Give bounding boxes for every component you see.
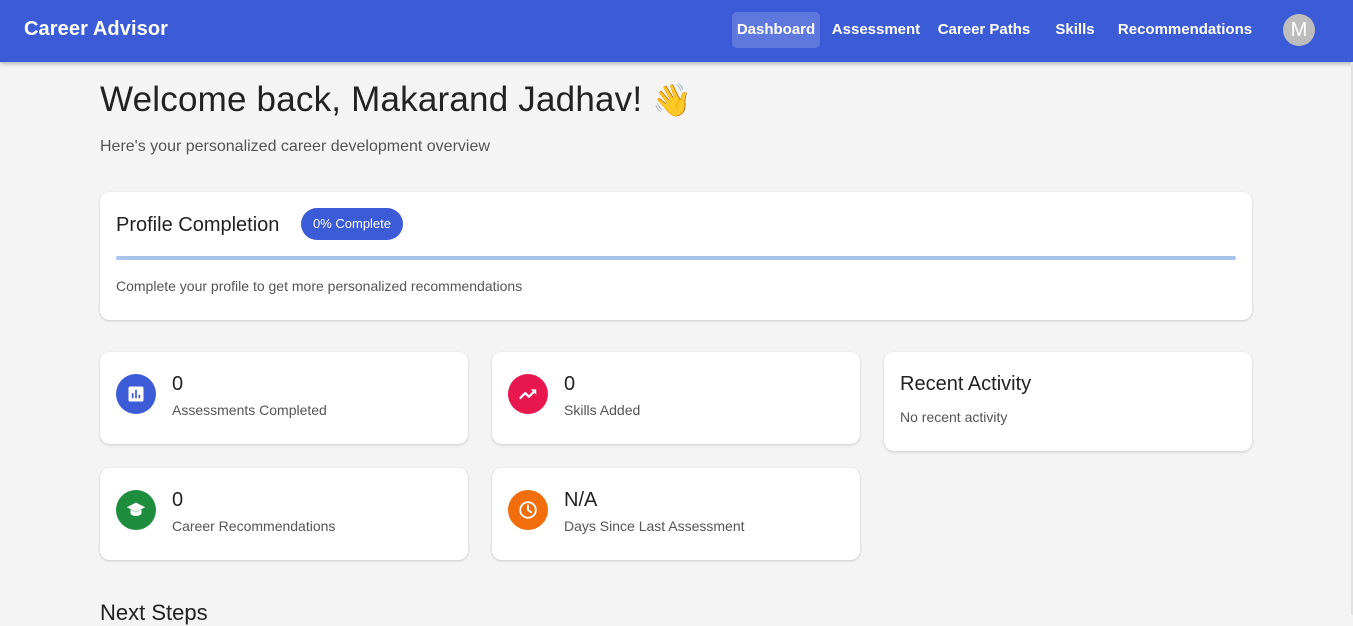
profile-hint: Complete your profile to get more person… (116, 278, 523, 294)
clock-icon (508, 490, 548, 530)
wave-emoji: 👋 (652, 82, 693, 118)
profile-completion-card: Profile Completion 0% Complete Complete … (100, 192, 1252, 320)
stat-card-assessments: 0 Assessments Completed (100, 352, 468, 444)
stat-label: Skills Added (564, 402, 641, 418)
user-avatar[interactable]: M (1283, 14, 1315, 46)
recent-activity-card: Recent Activity No recent activity (884, 352, 1252, 451)
welcome-text: Welcome back, Makarand Jadhav! (100, 80, 643, 119)
completion-badge: 0% Complete (301, 208, 403, 240)
app-bar: Career Advisor Dashboard Assessment Care… (0, 0, 1353, 62)
nav-recommendations[interactable]: Recommendations (1114, 12, 1256, 48)
page-title: Welcome back, Makarand Jadhav! 👋 (100, 80, 692, 120)
stat-card-recommendations: 0 Career Recommendations (100, 468, 468, 560)
nav-career-paths[interactable]: Career Paths (934, 12, 1034, 48)
nav-dashboard[interactable]: Dashboard (732, 12, 820, 48)
stat-value: 0 (172, 489, 184, 511)
profile-completion-title: Profile Completion (116, 214, 280, 236)
recent-activity-title: Recent Activity (900, 373, 1032, 395)
trending-up-icon (508, 374, 548, 414)
graduation-cap-icon (116, 490, 156, 530)
page-subtitle: Here's your personalized career developm… (100, 138, 490, 155)
stat-label: Days Since Last Assessment (564, 518, 745, 534)
profile-progress-bar (116, 256, 1236, 260)
recent-activity-empty: No recent activity (900, 409, 1008, 425)
bar-chart-icon (116, 374, 156, 414)
nav-assessment[interactable]: Assessment (828, 12, 924, 48)
stat-label: Assessments Completed (172, 402, 327, 418)
next-steps-heading: Next Steps (100, 600, 208, 625)
stat-value: 0 (564, 373, 576, 395)
stat-card-days-since-assessment: N/A Days Since Last Assessment (492, 468, 860, 560)
stat-label: Career Recommendations (172, 518, 336, 534)
main-nav: Dashboard Assessment Career Paths Skills… (0, 12, 1353, 48)
stat-value: N/A (564, 489, 598, 511)
nav-skills[interactable]: Skills (1048, 12, 1102, 48)
stat-value: 0 (172, 373, 184, 395)
stat-card-skills: 0 Skills Added (492, 352, 860, 444)
